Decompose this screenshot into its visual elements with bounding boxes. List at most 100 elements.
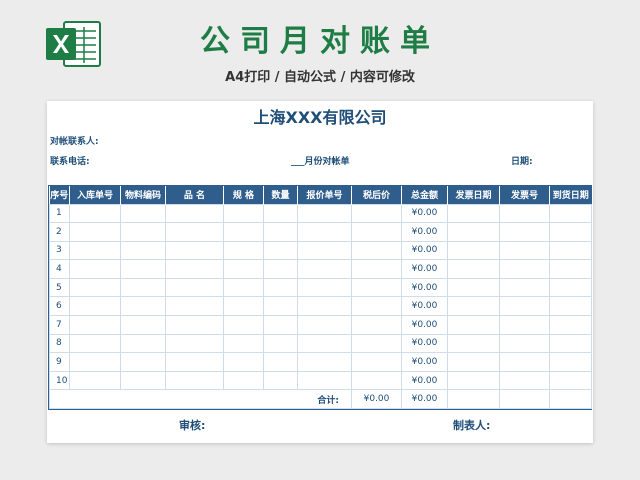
table-cell[interactable] [499,277,550,298]
total-amount-cell[interactable]: ¥0.00 [401,259,448,279]
table-cell[interactable] [447,259,500,279]
table-cell[interactable] [223,259,264,279]
table-cell[interactable] [447,389,500,410]
total-amount-cell[interactable]: ¥0.00 [401,315,448,335]
table-cell[interactable] [120,352,166,372]
table-cell[interactable] [549,222,592,242]
table-cell[interactable] [69,370,121,391]
table-cell[interactable] [297,203,352,224]
table-cell[interactable] [297,240,352,261]
table-cell[interactable] [549,315,592,335]
table-cell[interactable] [120,370,166,391]
table-cell[interactable] [297,259,352,279]
table-cell[interactable] [69,222,121,242]
table-cell[interactable] [351,259,402,279]
table-cell[interactable] [297,352,352,372]
table-cell[interactable] [549,296,592,317]
table-cell[interactable] [263,296,298,317]
table-cell[interactable] [499,370,550,391]
row-index-cell[interactable]: 3 [49,240,70,261]
table-cell[interactable] [499,296,550,317]
table-cell[interactable] [351,222,402,242]
table-cell[interactable] [447,333,500,354]
total-amount-cell[interactable]: ¥0.00 [401,370,448,391]
table-cell[interactable] [69,352,121,372]
table-cell[interactable] [165,240,224,261]
table-cell[interactable] [165,352,224,372]
table-cell[interactable] [69,333,121,354]
table-cell[interactable] [223,370,264,391]
table-cell[interactable] [263,240,298,261]
table-cell[interactable] [447,222,500,242]
table-cell[interactable] [447,240,500,261]
table-cell[interactable] [165,259,224,279]
sum-total-cell[interactable]: ¥0.00 [401,389,448,410]
table-cell[interactable] [549,370,592,391]
row-index-cell[interactable]: 8 [49,333,70,354]
table-cell[interactable] [549,240,592,261]
table-cell[interactable] [223,315,264,335]
total-amount-cell[interactable]: ¥0.00 [401,277,448,298]
table-cell[interactable] [447,315,500,335]
table-cell[interactable] [69,277,121,298]
table-cell[interactable] [165,370,224,391]
table-cell[interactable] [165,222,224,242]
table-cell[interactable] [351,315,402,335]
table-cell[interactable] [120,333,166,354]
table-cell[interactable] [447,277,500,298]
table-cell[interactable] [69,259,121,279]
table-cell[interactable] [223,296,264,317]
table-cell[interactable] [263,259,298,279]
row-index-cell[interactable]: 4 [49,259,70,279]
table-cell[interactable] [351,370,402,391]
table-cell[interactable] [499,203,550,224]
table-cell[interactable] [447,296,500,317]
row-index-cell[interactable]: 2 [49,222,70,242]
table-cell[interactable] [165,315,224,335]
total-amount-cell[interactable]: ¥0.00 [401,333,448,354]
table-cell[interactable] [549,277,592,298]
table-cell[interactable] [165,296,224,317]
table-cell[interactable] [499,333,550,354]
table-cell[interactable] [297,222,352,242]
table-cell[interactable] [351,203,402,224]
total-amount-cell[interactable]: ¥0.00 [401,203,448,224]
total-amount-cell[interactable]: ¥0.00 [401,222,448,242]
table-cell[interactable] [120,240,166,261]
row-index-cell[interactable]: 1 [49,203,70,224]
total-amount-cell[interactable]: ¥0.00 [401,240,448,261]
table-cell[interactable] [223,352,264,372]
sum-after-tax-cell[interactable]: ¥0.00 [351,389,402,410]
table-cell[interactable] [351,333,402,354]
table-cell[interactable] [120,296,166,317]
table-cell[interactable] [297,315,352,335]
total-amount-cell[interactable]: ¥0.00 [401,296,448,317]
row-index-cell[interactable]: 9 [49,352,70,372]
table-cell[interactable] [447,203,500,224]
table-cell[interactable] [549,259,592,279]
row-index-cell[interactable]: 6 [49,296,70,317]
table-cell[interactable] [165,277,224,298]
table-cell[interactable] [499,222,550,242]
table-cell[interactable] [351,296,402,317]
table-cell[interactable] [351,240,402,261]
table-cell[interactable] [120,203,166,224]
table-cell[interactable] [165,333,224,354]
table-cell[interactable] [351,277,402,298]
table-cell[interactable] [351,352,402,372]
row-index-cell[interactable]: 5 [49,277,70,298]
table-cell[interactable] [223,333,264,354]
total-amount-cell[interactable]: ¥0.00 [401,352,448,372]
table-cell[interactable] [263,315,298,335]
table-cell[interactable] [165,203,224,224]
table-cell[interactable] [69,296,121,317]
table-cell[interactable] [549,389,592,410]
table-cell[interactable] [297,277,352,298]
table-cell[interactable] [69,315,121,335]
table-cell[interactable] [223,203,264,224]
table-cell[interactable] [263,203,298,224]
table-cell[interactable] [223,277,264,298]
table-cell[interactable] [263,222,298,242]
table-cell[interactable] [549,333,592,354]
table-cell[interactable] [120,222,166,242]
